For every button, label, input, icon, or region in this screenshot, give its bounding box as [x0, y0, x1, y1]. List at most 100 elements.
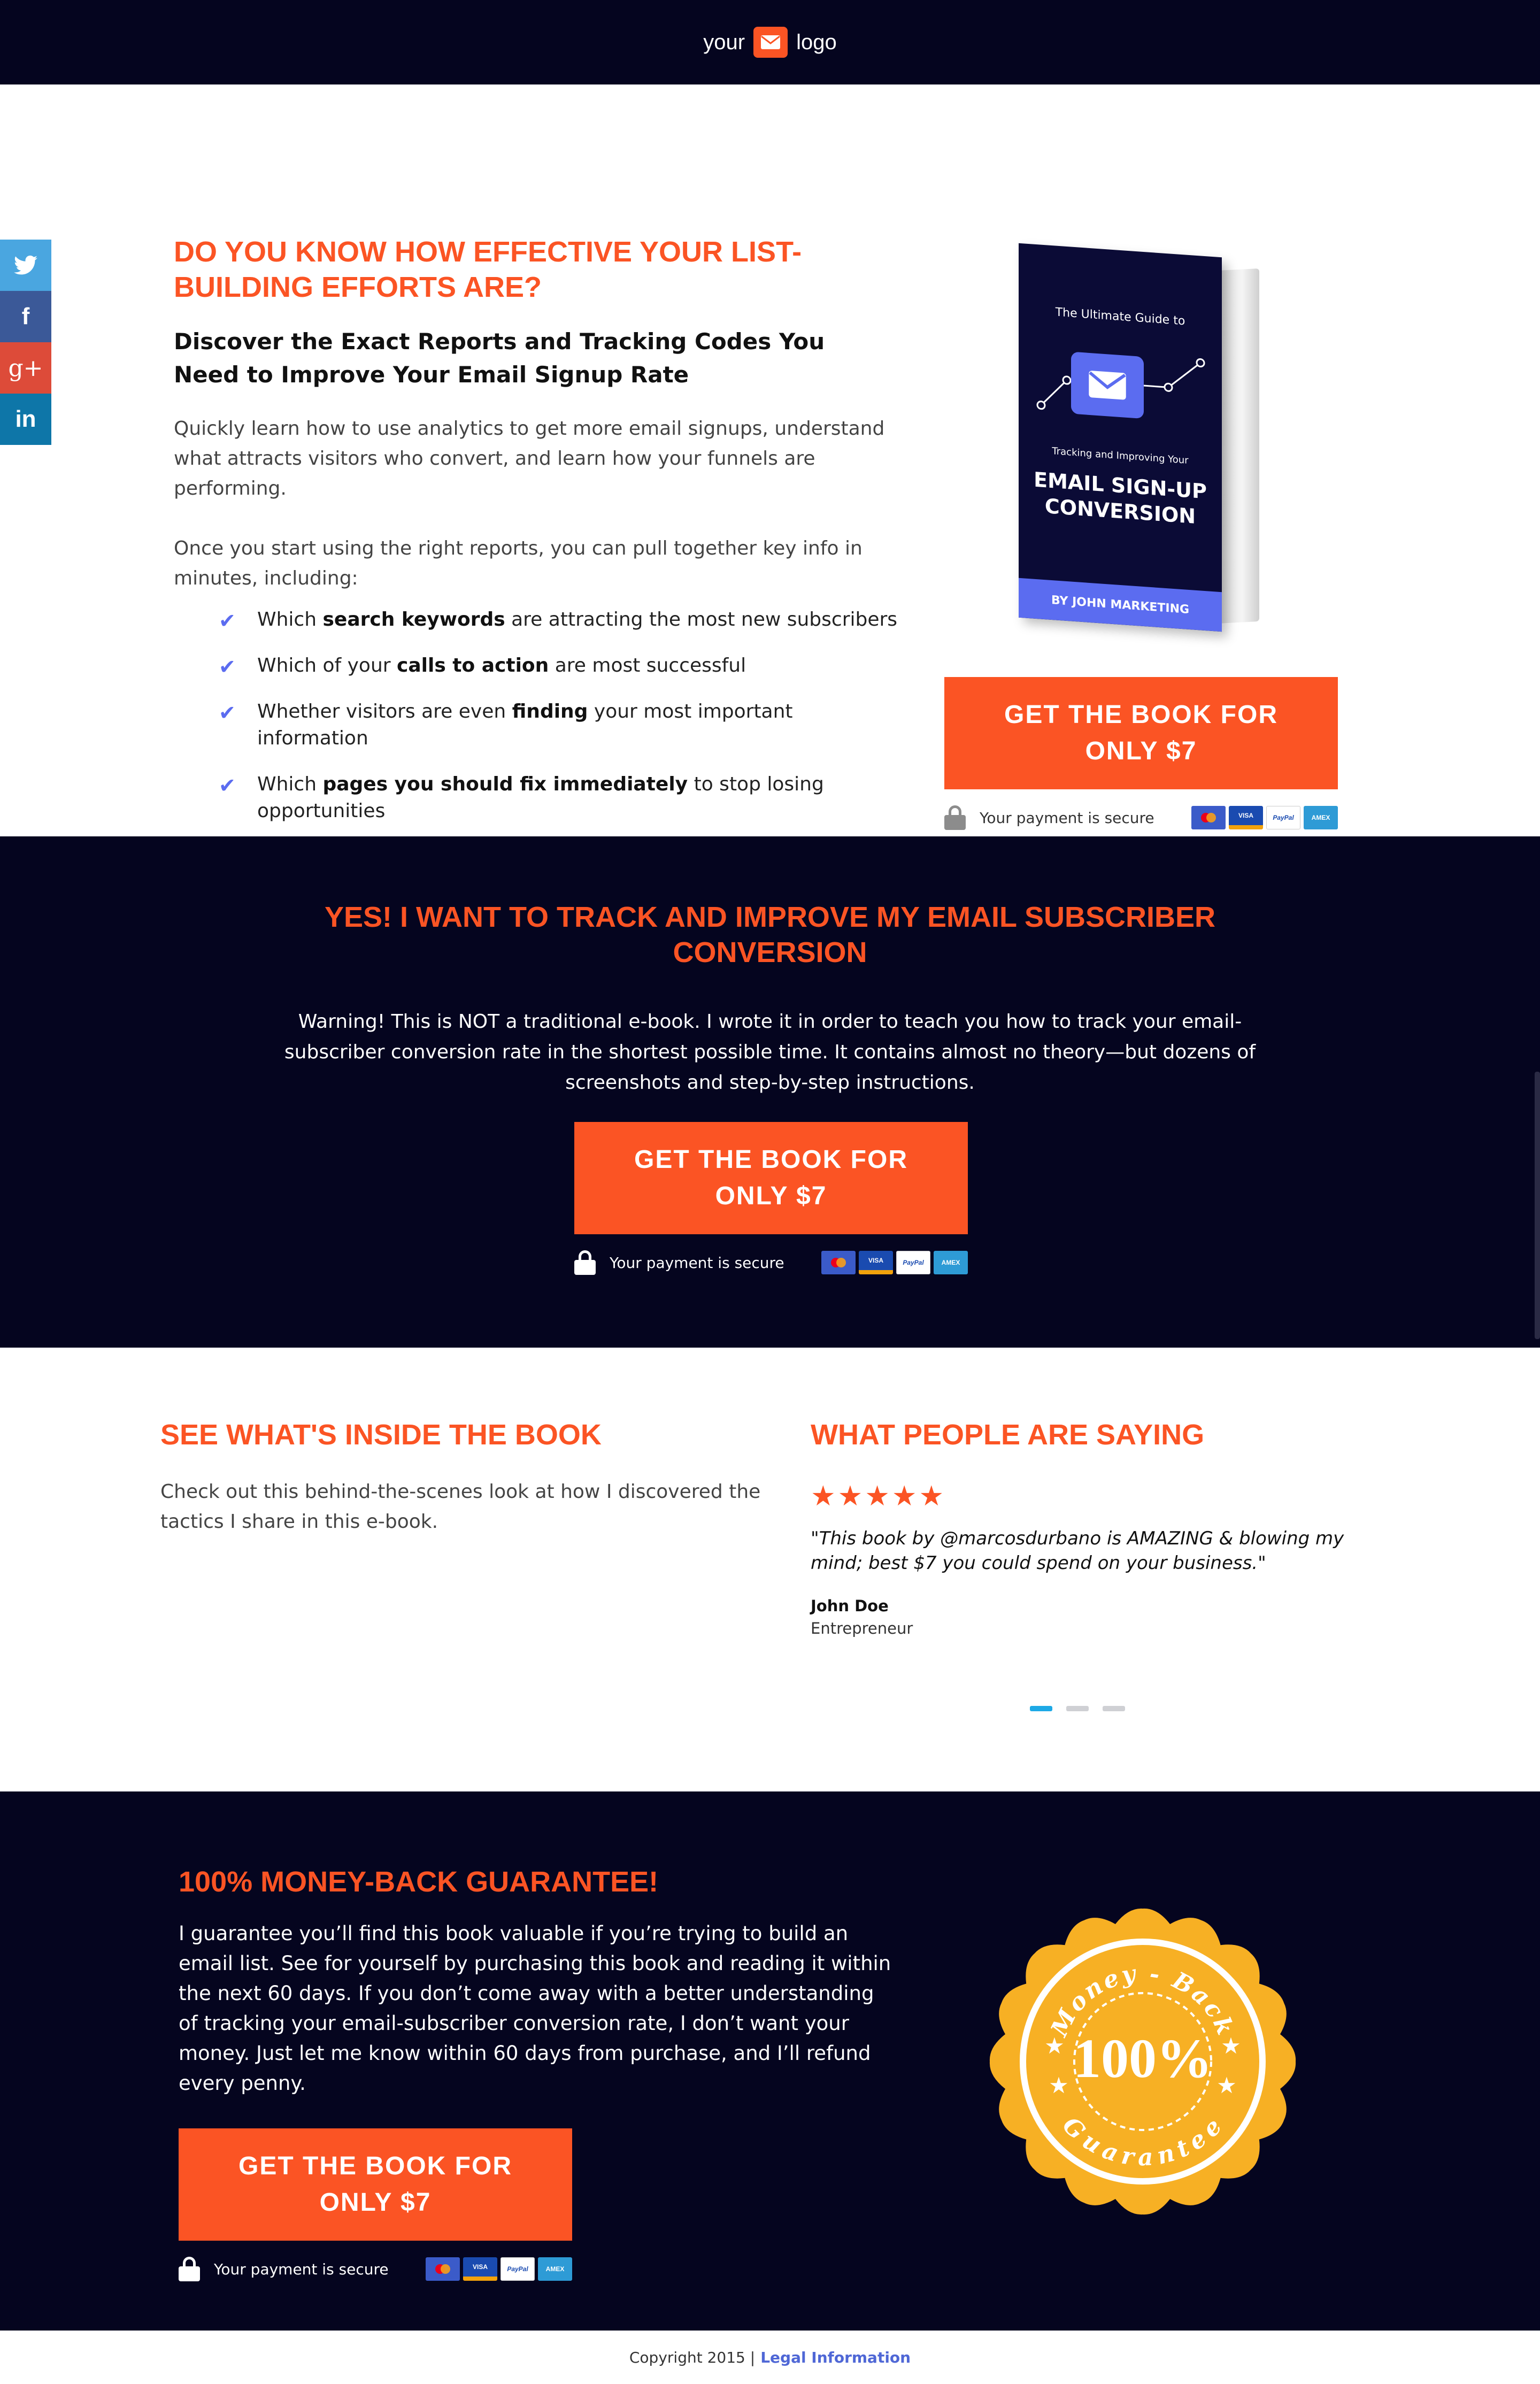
book-front-cover: The Ultimate Guide to Tracking and Impro… [1019, 243, 1222, 632]
carousel-dot-3[interactable] [1103, 1706, 1125, 1711]
bullet-bold: calls to action [397, 655, 549, 676]
mastercard-icon [426, 2257, 460, 2281]
svg-text:★: ★ [1221, 2033, 1241, 2059]
book-envelope-icon [1071, 351, 1144, 419]
carousel-dot-1[interactable] [1030, 1706, 1052, 1711]
secure-payment-text: Your payment is secure [214, 2260, 389, 2278]
guarantee-section: 100% MONEY-BACK GUARANTEE! I guarantee y… [0, 1791, 1540, 2331]
book-title: EMAIL SIGN-UP CONVERSION [1019, 466, 1222, 532]
inside-and-reviews-section: SEE WHAT'S INSIDE THE BOOK Check out thi… [0, 1348, 1540, 1791]
hero-paragraph-1: Quickly learn how to use analytics to ge… [174, 418, 885, 499]
reviews-title: WHAT PEOPLE ARE SAYING [811, 1419, 1205, 1451]
bullet-text: are most successful [549, 655, 746, 676]
inside-book-block: SEE WHAT'S INSIDE THE BOOK Check out thi… [160, 1417, 765, 1537]
paypal-icon: PayPal [1266, 806, 1300, 829]
bullet-bold: search keywords [322, 609, 505, 630]
copyright-text: Copyright 2015 | [629, 2348, 756, 2366]
get-book-button[interactable]: GET THE BOOK FOR ONLY $7 [179, 2128, 572, 2241]
amex-icon: AMEX [538, 2257, 572, 2281]
amex-icon: AMEX [934, 1251, 968, 1274]
reviewer-name: John Doe [811, 1597, 889, 1615]
facebook-share-button[interactable]: f [0, 291, 51, 342]
mid-cta-block: GET THE BOOK FOR ONLY $7 Your payment is … [574, 1122, 968, 1275]
carousel-dot-2[interactable] [1066, 1706, 1089, 1711]
cta-title-line-1: YES! I WANT TO TRACK AND IMPROVE MY EMAI… [324, 901, 1216, 933]
lock-icon [574, 1250, 596, 1275]
hero-cta-block: GET THE BOOK FOR ONLY $7 Your payment is … [944, 677, 1338, 830]
check-icon: ✔ [219, 701, 236, 725]
get-book-button[interactable]: GET THE BOOK FOR ONLY $7 [944, 677, 1338, 789]
check-icon: ✔ [219, 774, 236, 797]
secure-payment-row: Your payment is secure VISA PayPal AMEX [944, 805, 1338, 830]
book-line-1: The Ultimate Guide to [1055, 305, 1185, 328]
book-cover-image: The Ultimate Guide to Tracking and Impro… [1013, 243, 1270, 635]
cta-line-1: GET THE BOOK FOR [238, 2152, 512, 2180]
mastercard-icon [1191, 806, 1226, 829]
get-book-button[interactable]: GET THE BOOK FOR ONLY $7 [574, 1122, 968, 1234]
visa-icon: VISA [1229, 806, 1263, 829]
guarantee-title: 100% MONEY-BACK GUARANTEE! [179, 1866, 659, 1898]
warning-text: Warning! This is NOT a traditional e-boo… [284, 1011, 1256, 1094]
site-footer: Copyright 2015 | Legal Information [0, 2331, 1540, 2384]
hero-title: DO YOU KNOW HOW EFFECTIVE YOUR LIST-BUIL… [174, 236, 802, 303]
list-item: ✔ Whether visitors are even finding your … [219, 698, 901, 752]
lock-icon [944, 805, 966, 830]
hero-subtitle: Discover the Exact Reports and Tracking … [174, 328, 825, 388]
facebook-icon: f [21, 303, 30, 329]
twitter-icon [14, 255, 37, 275]
payment-cards: VISA PayPal AMEX [1191, 806, 1338, 829]
reviews-block: WHAT PEOPLE ARE SAYING ★★★★★ "This book … [811, 1417, 1361, 1637]
linkedin-share-button[interactable]: in [0, 394, 51, 445]
review-quote: "This book by @marcosdurbano is AMAZING … [811, 1528, 1344, 1574]
guarantee-content: 100% MONEY-BACK GUARANTEE! I guarantee y… [179, 1864, 895, 2281]
carousel-dots [1030, 1706, 1125, 1711]
book-author: BY JOHN MARKETING [1019, 578, 1222, 632]
inside-title: SEE WHAT'S INSIDE THE BOOK [160, 1419, 602, 1451]
payment-cards: VISA PayPal AMEX [426, 2257, 572, 2281]
inside-text: Check out this behind-the-scenes look at… [160, 1481, 761, 1533]
seal-center-text: 100% [1073, 2028, 1212, 2089]
hero-paragraph-2: Once you start using the right reports, … [174, 537, 863, 589]
svg-text:★: ★ [1044, 2033, 1065, 2059]
list-item: ✔ Which of your calls to action are most … [219, 652, 901, 679]
logo-text-right: logo [796, 30, 837, 54]
amex-icon: AMEX [1304, 806, 1338, 829]
cta-title-line-2: CONVERSION [673, 936, 867, 968]
guarantee-text: I guarantee you’ll find this book valuab… [179, 1922, 891, 2095]
reviewer-role: Entrepreneur [811, 1619, 913, 1637]
hero-content: DO YOU KNOW HOW EFFECTIVE YOUR LIST-BUIL… [174, 234, 901, 844]
money-back-seal-icon: Money - Back Guarantee 100% ★★ ★★ [989, 1908, 1296, 2215]
cta-line-2: ONLY $7 [715, 1182, 827, 1210]
paypal-icon: PayPal [500, 2257, 535, 2281]
bullet-bold: finding [512, 701, 588, 722]
secure-payment-row: Your payment is secure VISA PayPal AMEX [574, 1250, 968, 1275]
google-plus-icon: g+ [8, 354, 43, 382]
bullet-text: Whether visitors are even [257, 701, 512, 722]
cta-line-1: GET THE BOOK FOR [1004, 701, 1278, 729]
bullet-text: Which [257, 773, 323, 795]
book-line-2: Tracking and Improving Your [1052, 445, 1189, 466]
envelope-icon [753, 27, 788, 58]
twitter-share-button[interactable] [0, 240, 51, 291]
mastercard-icon [821, 1251, 856, 1274]
secure-payment-text: Your payment is secure [980, 809, 1154, 827]
scrollbar-thumb[interactable] [1535, 1072, 1540, 1339]
list-item: ✔ Which search keywords are attracting th… [219, 606, 901, 633]
cta-line-1: GET THE BOOK FOR [634, 1145, 908, 1174]
site-logo[interactable]: your logo [703, 27, 837, 58]
logo-text-left: your [703, 30, 745, 54]
lock-icon [179, 2257, 200, 2281]
google-plus-share-button[interactable]: g+ [0, 342, 51, 394]
svg-text:★: ★ [1216, 2072, 1237, 2098]
paypal-icon: PayPal [896, 1251, 930, 1274]
benefit-list: ✔ Which search keywords are attracting th… [174, 606, 901, 825]
secure-payment-text: Your payment is secure [610, 1253, 784, 1272]
list-item: ✔ Which pages you should fix immediately … [219, 771, 901, 825]
linkedin-icon: in [15, 406, 36, 432]
legal-information-link[interactable]: Legal Information [760, 2349, 911, 2366]
secure-payment-row: Your payment is secure VISA PayPal AMEX [179, 2257, 572, 2281]
bullet-text: are attracting the most new subscribers [505, 609, 898, 630]
check-icon: ✔ [219, 609, 236, 633]
visa-icon: VISA [859, 1251, 893, 1274]
cta-section: YES! I WANT TO TRACK AND IMPROVE MY EMAI… [0, 836, 1540, 1348]
